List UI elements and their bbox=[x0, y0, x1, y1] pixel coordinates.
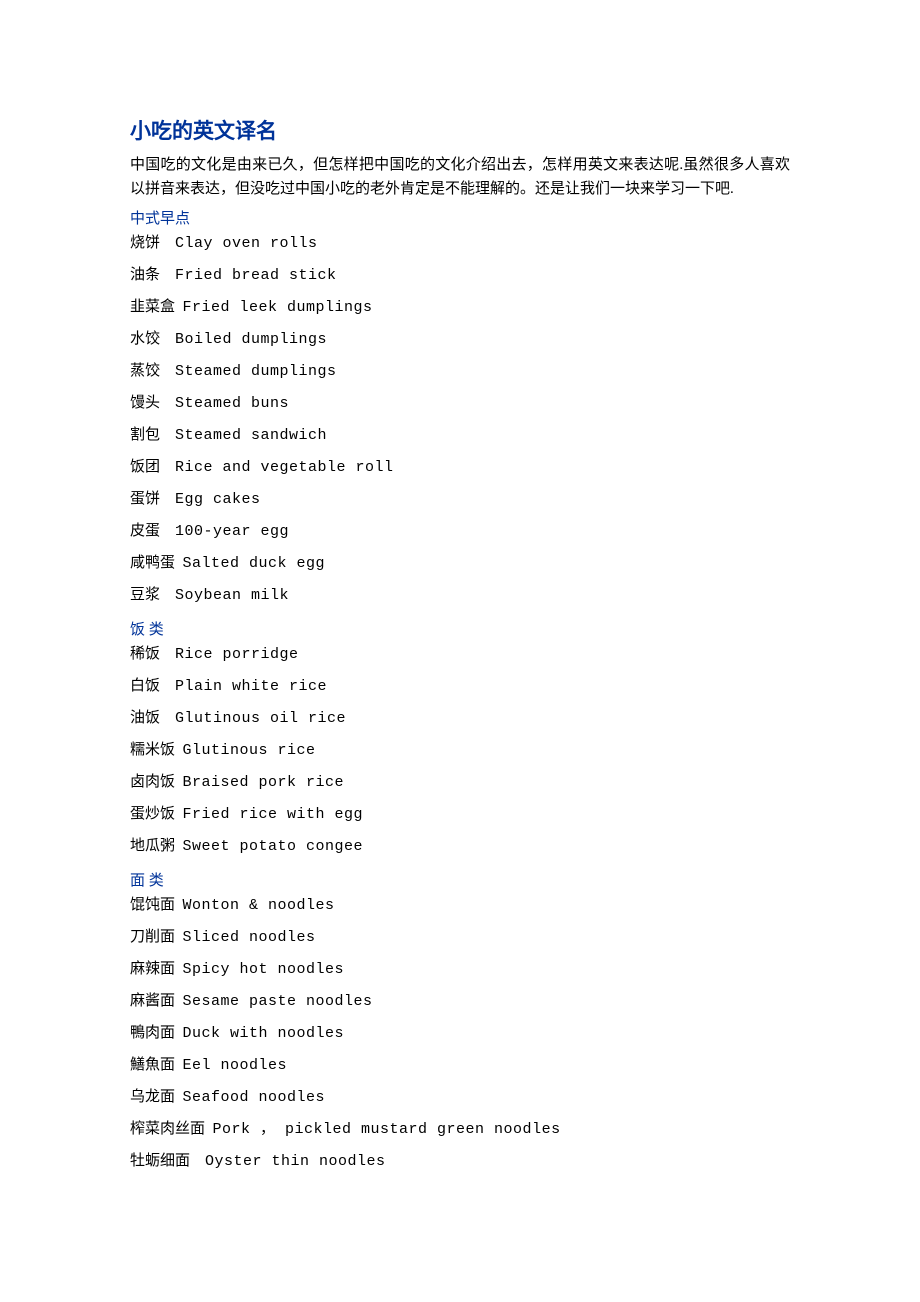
food-item-zh: 馄饨面 bbox=[130, 897, 175, 913]
food-item-en: Oyster thin noodles bbox=[205, 1153, 386, 1170]
food-item-en: Duck with noodles bbox=[183, 1025, 345, 1042]
food-item: 乌龙面 Seafood noodles bbox=[130, 1088, 790, 1107]
section-heading-rice: 饭 类 bbox=[130, 618, 790, 639]
food-item-en: Sesame paste noodles bbox=[183, 993, 373, 1010]
food-item: 蒸饺 Steamed dumplings bbox=[130, 362, 790, 381]
food-item-zh: 地瓜粥 bbox=[130, 838, 175, 854]
food-item-zh: 牡蛎细面 bbox=[130, 1153, 190, 1169]
section-heading-breakfast: 中式早点 bbox=[130, 207, 790, 228]
food-item-zh: 白饭 bbox=[130, 678, 160, 694]
food-item: 咸鸭蛋 Salted duck egg bbox=[130, 554, 790, 573]
food-item-en: Steamed sandwich bbox=[175, 427, 327, 444]
food-item-zh: 鴨肉面 bbox=[130, 1025, 175, 1041]
item-list-rice: 稀饭 Rice porridge 白饭 Plain white rice 油饭 Gluti… bbox=[130, 645, 790, 856]
food-item-zh: 水饺 bbox=[130, 331, 160, 347]
food-item-zh: 稀饭 bbox=[130, 646, 160, 662]
food-item: 鱔魚面 Eel noodles bbox=[130, 1056, 790, 1075]
food-item-zh: 蛋炒饭 bbox=[130, 806, 175, 822]
food-item-en: Pork ， pickled mustard green noodles bbox=[213, 1121, 561, 1138]
food-item-en: Salted duck egg bbox=[183, 555, 326, 572]
food-item: 麻辣面 Spicy hot noodles bbox=[130, 960, 790, 979]
food-item: 牡蛎细面 Oyster thin noodles bbox=[130, 1152, 790, 1171]
food-item-en: Glutinous oil rice bbox=[175, 710, 346, 727]
food-item-en: Seafood noodles bbox=[183, 1089, 326, 1106]
food-item-en: Braised pork rice bbox=[183, 774, 345, 791]
food-item-en: Boiled dumplings bbox=[175, 331, 327, 348]
food-item-zh: 油条 bbox=[130, 267, 160, 283]
document-page: 小吃的英文译名 中国吃的文化是由来已久，但怎样把中国吃的文化介绍出去，怎样用英文… bbox=[0, 0, 920, 1302]
food-item-en: Rice porridge bbox=[175, 646, 299, 663]
food-item-zh: 麻酱面 bbox=[130, 993, 175, 1009]
food-item-en: Sliced noodles bbox=[183, 929, 316, 946]
food-item-en: Steamed buns bbox=[175, 395, 289, 412]
food-item: 割包 Steamed sandwich bbox=[130, 426, 790, 445]
food-item-en: Rice and vegetable roll bbox=[175, 459, 394, 476]
food-item-en: Eel noodles bbox=[183, 1057, 288, 1074]
food-item: 蛋饼 Egg cakes bbox=[130, 490, 790, 509]
food-item-zh: 卤肉饭 bbox=[130, 774, 175, 790]
food-item-zh: 割包 bbox=[130, 427, 160, 443]
food-item-zh: 油饭 bbox=[130, 710, 160, 726]
food-item: 水饺 Boiled dumplings bbox=[130, 330, 790, 349]
food-item: 鴨肉面 Duck with noodles bbox=[130, 1024, 790, 1043]
food-item-en: Spicy hot noodles bbox=[183, 961, 345, 978]
food-item: 蛋炒饭 Fried rice with egg bbox=[130, 805, 790, 824]
food-item-zh: 皮蛋 bbox=[130, 523, 160, 539]
food-item-zh: 鱔魚面 bbox=[130, 1057, 175, 1073]
food-item-zh: 咸鸭蛋 bbox=[130, 555, 175, 571]
food-item: 烧饼 Clay oven rolls bbox=[130, 234, 790, 253]
food-item-zh: 豆浆 bbox=[130, 587, 160, 603]
food-item-zh: 榨菜肉丝面 bbox=[130, 1121, 205, 1137]
item-list-noodles: 馄饨面 Wonton & noodles 刀削面 Sliced noodles 麻辣面 S… bbox=[130, 896, 790, 1171]
food-item-en: Steamed dumplings bbox=[175, 363, 337, 380]
food-item: 刀削面 Sliced noodles bbox=[130, 928, 790, 947]
food-item: 糯米饭 Glutinous rice bbox=[130, 741, 790, 760]
food-item: 白饭 Plain white rice bbox=[130, 677, 790, 696]
food-item-en: Clay oven rolls bbox=[175, 235, 318, 252]
food-item-zh: 糯米饭 bbox=[130, 742, 175, 758]
food-item-zh: 蒸饺 bbox=[130, 363, 160, 379]
food-item-en: Sweet potato congee bbox=[183, 838, 364, 855]
food-item: 地瓜粥 Sweet potato congee bbox=[130, 837, 790, 856]
food-item: 饭团 Rice and vegetable roll bbox=[130, 458, 790, 477]
food-item: 豆浆 Soybean milk bbox=[130, 586, 790, 605]
food-item: 馒头 Steamed buns bbox=[130, 394, 790, 413]
food-item-en: Wonton & noodles bbox=[183, 897, 335, 914]
food-item-en: Fried leek dumplings bbox=[183, 299, 373, 316]
food-item-zh: 蛋饼 bbox=[130, 491, 160, 507]
section-heading-noodles: 面 类 bbox=[130, 869, 790, 890]
food-item-zh: 饭团 bbox=[130, 459, 160, 475]
intro-paragraph: 中国吃的文化是由来已久，但怎样把中国吃的文化介绍出去，怎样用英文来表达呢.虽然很… bbox=[130, 153, 790, 201]
food-item-en: Glutinous rice bbox=[183, 742, 316, 759]
food-item: 稀饭 Rice porridge bbox=[130, 645, 790, 664]
food-item: 麻酱面 Sesame paste noodles bbox=[130, 992, 790, 1011]
food-item-en: Egg cakes bbox=[175, 491, 261, 508]
food-item-zh: 麻辣面 bbox=[130, 961, 175, 977]
item-list-breakfast: 烧饼 Clay oven rolls 油条 Fried bread stick韭菜盒 F… bbox=[130, 234, 790, 605]
food-item-zh: 馒头 bbox=[130, 395, 160, 411]
food-item: 油条 Fried bread stick bbox=[130, 266, 790, 285]
food-item-zh: 烧饼 bbox=[130, 235, 160, 251]
food-item-en: Plain white rice bbox=[175, 678, 327, 695]
food-item-en: Fried rice with egg bbox=[183, 806, 364, 823]
food-item-en: 100-year egg bbox=[175, 523, 289, 540]
food-item: 馄饨面 Wonton & noodles bbox=[130, 896, 790, 915]
food-item-zh: 韭菜盒 bbox=[130, 299, 175, 315]
food-item: 油饭 Glutinous oil rice bbox=[130, 709, 790, 728]
food-item-zh: 乌龙面 bbox=[130, 1089, 175, 1105]
food-item-zh: 刀削面 bbox=[130, 929, 175, 945]
page-title: 小吃的英文译名 bbox=[130, 115, 790, 145]
food-item: 卤肉饭 Braised pork rice bbox=[130, 773, 790, 792]
food-item: 榨菜肉丝面 Pork ， pickled mustard green noodle… bbox=[130, 1120, 790, 1139]
food-item-en: Fried bread stick bbox=[175, 267, 337, 284]
food-item: 皮蛋 100-year egg bbox=[130, 522, 790, 541]
food-item-en: Soybean milk bbox=[175, 587, 289, 604]
food-item: 韭菜盒 Fried leek dumplings bbox=[130, 298, 790, 317]
